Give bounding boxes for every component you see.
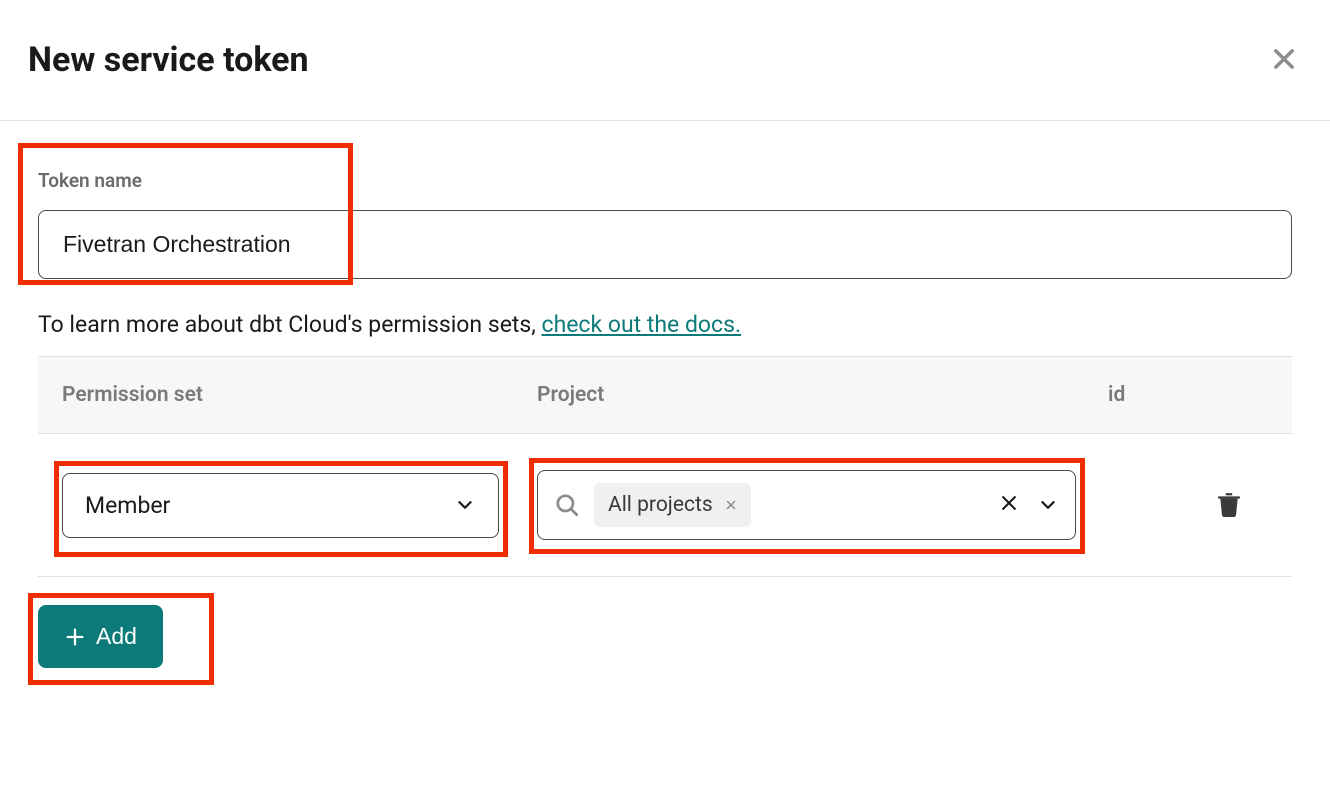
token-name-input[interactable] [38,210,1292,279]
project-chip: All projects [594,483,751,527]
permission-value: Member [85,492,170,519]
modal-header: New service token [0,0,1330,121]
permission-select[interactable]: Member [62,473,499,538]
add-button-wrapper: Add [38,605,163,668]
delete-row-button[interactable] [1208,481,1250,530]
plus-icon [64,626,86,648]
token-name-label: Token name [38,169,1292,192]
chevron-down-icon [1037,494,1059,516]
search-icon [554,492,580,518]
modal-content: Token name To learn more about dbt Cloud… [0,121,1330,692]
column-header-id: id [1108,383,1208,407]
docs-link[interactable]: check out the docs. [542,311,742,338]
table-row: Member All p [38,434,1292,577]
add-button[interactable]: Add [38,605,163,668]
column-header-project: Project [537,383,1108,407]
table-header: Permission set Project id [38,357,1292,434]
clear-all-icon[interactable] [999,493,1019,517]
close-button[interactable] [1266,41,1302,80]
close-icon [1270,45,1298,73]
token-name-group: Token name [38,169,1292,279]
project-select[interactable]: All projects [537,470,1076,540]
column-header-permission: Permission set [62,383,537,407]
page-title: New service token [28,40,309,80]
chevron-down-icon [454,494,476,516]
chip-remove-icon[interactable] [725,496,737,515]
trash-icon [1216,489,1242,519]
help-text: To learn more about dbt Cloud's permissi… [38,311,1292,338]
permissions-table: Permission set Project id Member [38,356,1292,577]
